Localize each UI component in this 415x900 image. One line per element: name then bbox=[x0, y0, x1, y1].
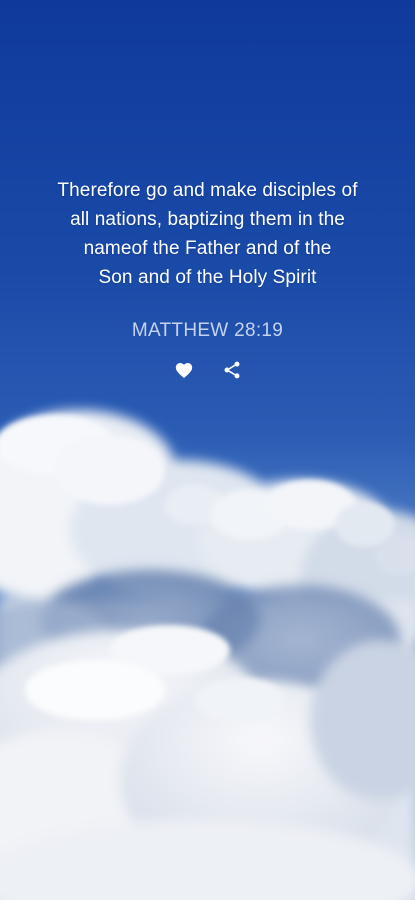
quote-screen: Therefore go and make disciples of all n… bbox=[0, 0, 415, 900]
verse-reference: MATTHEW 28:19 bbox=[131, 320, 284, 341]
share-icon bbox=[224, 361, 239, 379]
clouds-image bbox=[0, 410, 415, 900]
quote-block: Therefore go and make disciples of all n… bbox=[0, 176, 415, 343]
share-button[interactable] bbox=[221, 358, 243, 382]
heart-icon bbox=[175, 363, 192, 379]
like-button[interactable] bbox=[173, 358, 195, 382]
action-bar bbox=[0, 358, 415, 382]
verse-text: Therefore go and make disciples of all n… bbox=[57, 180, 358, 288]
